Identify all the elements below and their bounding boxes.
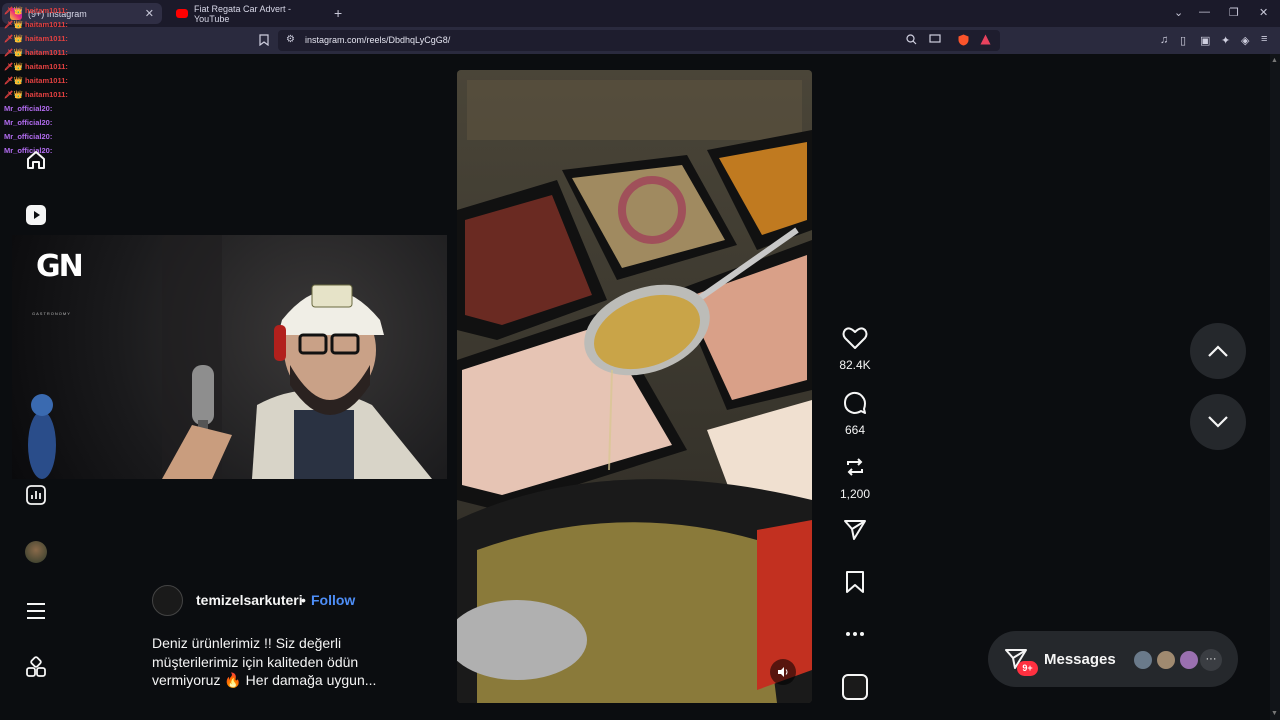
bookmark-icon[interactable] (259, 34, 269, 49)
repost-action[interactable]: 1,200 (838, 455, 872, 501)
address-bar[interactable]: ⚙ instagram.com/reels/DbdhqLyCgG8/ (278, 30, 1000, 51)
messages-button[interactable]: 9+ Messages ··· (988, 631, 1238, 687)
messages-badge: 9+ (1017, 661, 1038, 676)
previous-reel-button[interactable] (1190, 323, 1246, 379)
audio-avatar[interactable] (842, 674, 868, 700)
streamer-image (28, 235, 432, 479)
like-count: 82.4K (839, 358, 871, 372)
tab-youtube[interactable]: Fiat Regata Car Advert - YouTube (168, 3, 326, 24)
brave-rewards-icon[interactable] (980, 34, 991, 48)
more-conversations-icon[interactable]: ··· (1200, 649, 1222, 671)
repost-icon[interactable] (843, 455, 867, 479)
comment-icon[interactable] (843, 391, 867, 415)
zoom-icon[interactable] (906, 34, 917, 48)
chat-line: 🗡👑 haitam1011: (4, 48, 68, 57)
reels-icon[interactable] (24, 203, 48, 227)
youtube-favicon-icon (176, 9, 188, 18)
leo-ai-icon[interactable]: ✦ (1221, 34, 1230, 47)
url-text: instagram.com/reels/DbdhqLyCgG8/ (305, 35, 451, 45)
chevron-up-icon (1208, 345, 1228, 357)
message-avatar[interactable] (1178, 649, 1200, 671)
new-tab-button[interactable]: + (334, 5, 342, 21)
audio-action[interactable] (838, 674, 872, 705)
chat-line: 🗡👑 haitam1011: (4, 90, 68, 99)
chat-line: 🗡👑 haitam1011: (4, 76, 68, 85)
chat-line: Mr_official20: (4, 132, 53, 141)
more-icon[interactable] (845, 631, 865, 637)
separator-dot: • (301, 592, 306, 608)
chat-line: 🗡👑 haitam1011: (4, 6, 68, 15)
chat-line: 🗡👑 haitam1011: (4, 20, 68, 29)
chat-line: Mr_official20: (4, 118, 53, 127)
chat-line: 🗡👑 haitam1011: (4, 34, 68, 43)
profile-avatar[interactable] (24, 540, 48, 564)
site-info-icon[interactable]: ⚙ (286, 34, 295, 45)
chat-line: 🗡👑 haitam1011: (4, 62, 68, 71)
send-icon[interactable] (843, 518, 867, 542)
tab-list-icon[interactable]: ⌄ (1174, 6, 1183, 19)
author-username[interactable]: temizelsarkuteri (196, 592, 303, 608)
wallet-icon[interactable]: ▣ (1200, 34, 1210, 47)
reel-video[interactable] (457, 70, 812, 703)
browser-toolbar: ⚙ instagram.com/reels/DbdhqLyCgG8/ ♫ ▯ ▣… (0, 27, 1280, 54)
streamer-webcam: GN GASTRONOMY (12, 235, 447, 479)
message-avatar[interactable] (1132, 649, 1154, 671)
menu-icon[interactable]: ≡ (1261, 33, 1267, 45)
comment-action[interactable]: 664 (838, 391, 872, 437)
comment-count: 664 (844, 423, 866, 437)
repost-count: 1,200 (839, 487, 871, 501)
reel-video-frame (457, 70, 812, 703)
more-options-action[interactable] (838, 624, 872, 642)
like-action[interactable]: 82.4K (838, 326, 872, 372)
post-caption[interactable]: Deniz ürünlerimiz !! Siz değerli müşteri… (152, 634, 402, 690)
also-from-meta-icon[interactable] (24, 655, 48, 679)
next-reel-button[interactable] (1190, 394, 1246, 450)
messages-label: Messages (1044, 651, 1116, 668)
chat-line: Mr_official20: (4, 104, 53, 113)
media-icon[interactable]: ♫ (1160, 34, 1168, 46)
follow-button[interactable]: Follow (311, 592, 355, 608)
more-menu-icon[interactable] (24, 599, 48, 623)
dashboard-icon[interactable] (24, 483, 48, 507)
sidebar-icon[interactable]: ▯ (1180, 34, 1186, 47)
page-scrollbar[interactable]: ▲ ▼ (1270, 54, 1280, 720)
browser-tab-bar: (9+) Instagram ✕ Fiat Regata Car Advert … (0, 0, 1280, 27)
vpn-icon[interactable]: ◈ (1241, 34, 1249, 47)
author-avatar[interactable] (152, 585, 183, 616)
speaker-icon (778, 667, 788, 677)
home-icon[interactable] (24, 148, 48, 172)
heart-icon[interactable] (842, 326, 868, 350)
chevron-down-icon (1208, 416, 1228, 428)
brave-shield-icon[interactable] (958, 34, 969, 49)
share-action[interactable] (838, 518, 872, 547)
restore-icon[interactable]: ❐ (1229, 6, 1239, 19)
scroll-up-arrow-icon[interactable]: ▲ (1271, 57, 1278, 64)
cast-icon[interactable] (929, 34, 941, 48)
mute-button[interactable] (770, 659, 796, 685)
message-avatar[interactable] (1155, 649, 1177, 671)
stream-chat-overlay: 🗡👑 haitam1011: 🗡👑 haitam1011: 🗡👑 haitam1… (4, 4, 164, 158)
save-action[interactable] (838, 570, 872, 599)
minimize-icon[interactable]: — (1199, 6, 1210, 18)
window-close-icon[interactable]: ✕ (1259, 6, 1268, 19)
tab-label: Fiat Regata Car Advert - YouTube (194, 3, 292, 24)
bookmark-save-icon[interactable] (844, 570, 866, 594)
scroll-down-arrow-icon[interactable]: ▼ (1271, 710, 1278, 717)
